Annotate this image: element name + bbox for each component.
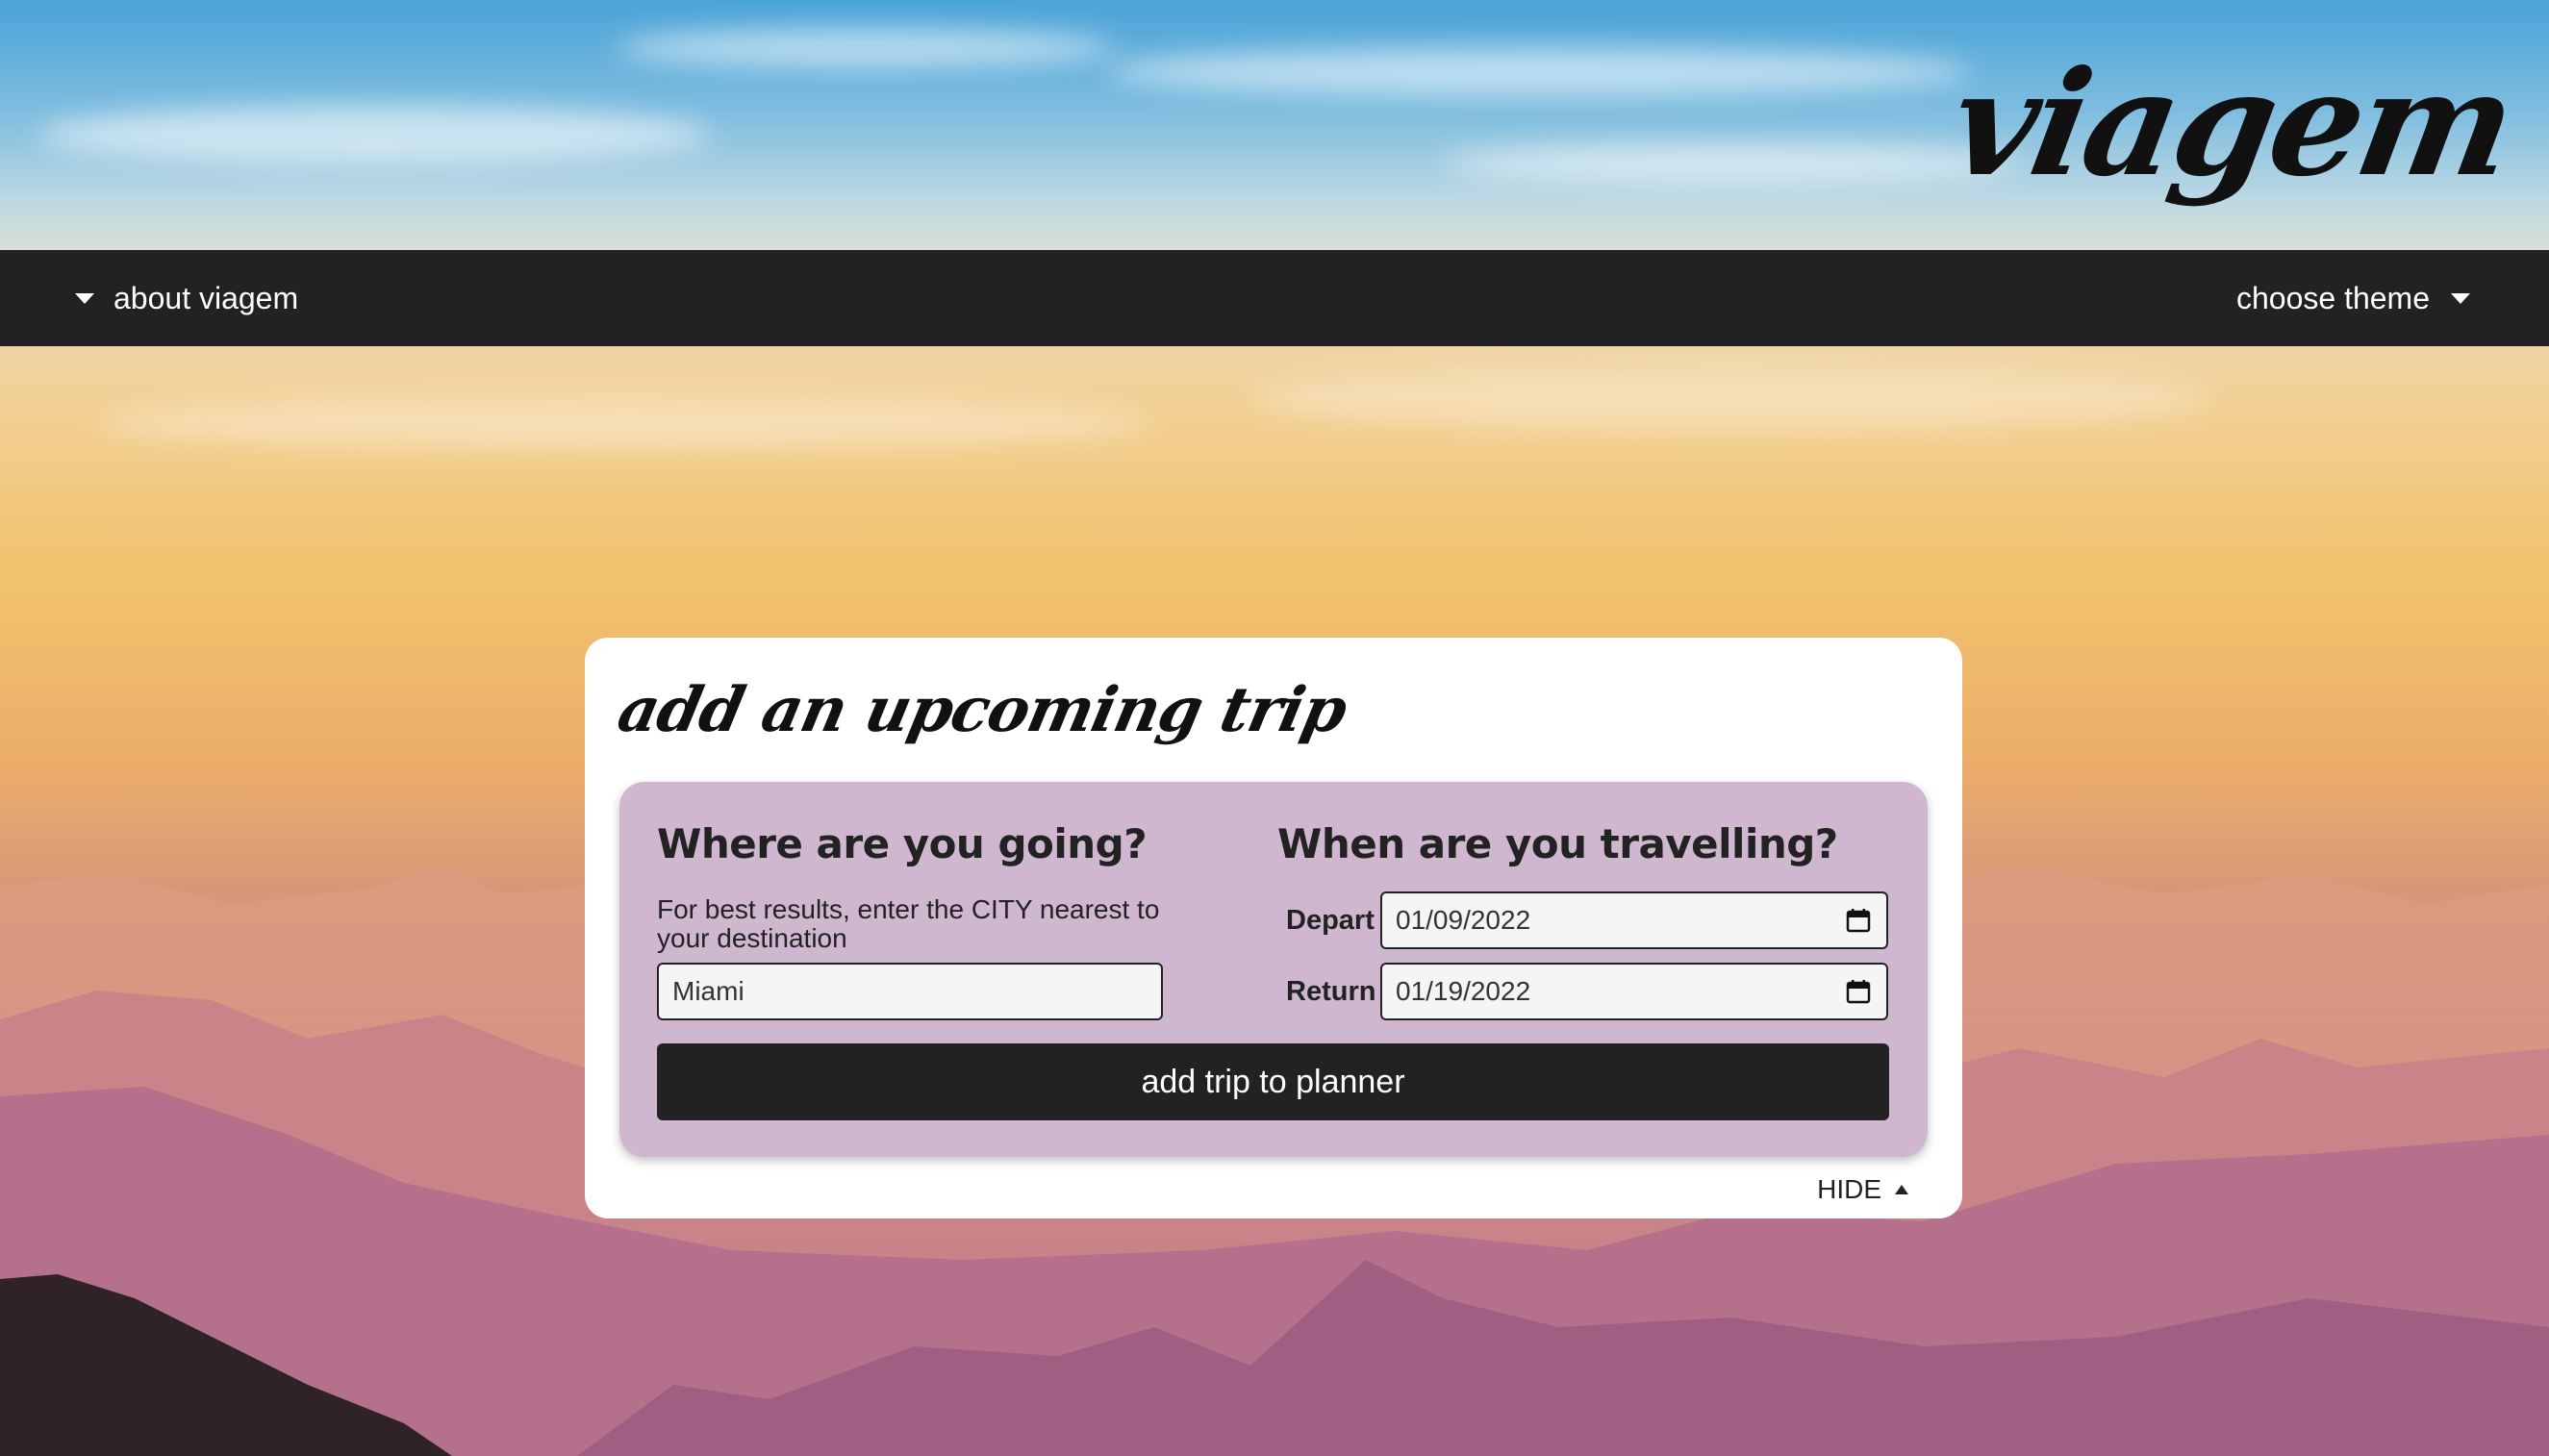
cloud — [1106, 48, 1972, 96]
trip-form: Where are you going? For best results, e… — [619, 782, 1928, 1157]
app-logo[interactable]: viagem — [1939, 39, 2523, 209]
hide-label: HIDE — [1817, 1174, 1881, 1204]
theme-menu[interactable]: choose theme — [2236, 281, 2470, 316]
depart-date-input[interactable]: 01/09/2022 — [1380, 891, 1888, 949]
destination-heading: Where are you going? — [657, 820, 1148, 867]
add-trip-button[interactable]: add trip to planner — [657, 1043, 1889, 1120]
chevron-down-icon — [75, 292, 94, 304]
add-trip-card: add an upcoming trip Where are you going… — [585, 638, 1962, 1218]
card-title: add an upcoming trip — [612, 674, 1353, 746]
return-date-value: 01/19/2022 — [1396, 976, 1531, 1006]
depart-label: Depart — [1286, 905, 1375, 936]
depart-date-value: 01/09/2022 — [1396, 905, 1531, 935]
return-label: Return — [1286, 976, 1376, 1007]
chevron-up-icon — [1895, 1185, 1908, 1194]
destination-value: Miami — [672, 976, 745, 1006]
cloud — [38, 106, 712, 163]
cloud — [1443, 144, 2020, 183]
chevron-down-icon — [2451, 292, 2470, 304]
about-menu-label: about viagem — [114, 280, 299, 315]
calendar-icon[interactable] — [1846, 908, 1871, 933]
cloud — [1250, 365, 2212, 433]
about-menu[interactable]: about viagem — [75, 281, 298, 316]
destination-hint: For best results, enter the CITY nearest… — [657, 894, 1160, 953]
cloud — [616, 29, 1116, 67]
return-date-input[interactable]: 01/19/2022 — [1380, 963, 1888, 1020]
theme-menu-label: choose theme — [2235, 280, 2430, 315]
destination-input[interactable]: Miami — [657, 963, 1163, 1020]
top-navbar: about viagem choose theme — [0, 250, 2549, 346]
hide-toggle[interactable]: HIDE — [1817, 1174, 1908, 1205]
calendar-icon[interactable] — [1846, 979, 1871, 1004]
dates-heading: When are you travelling? — [1277, 820, 1838, 867]
cloud — [96, 394, 1154, 452]
